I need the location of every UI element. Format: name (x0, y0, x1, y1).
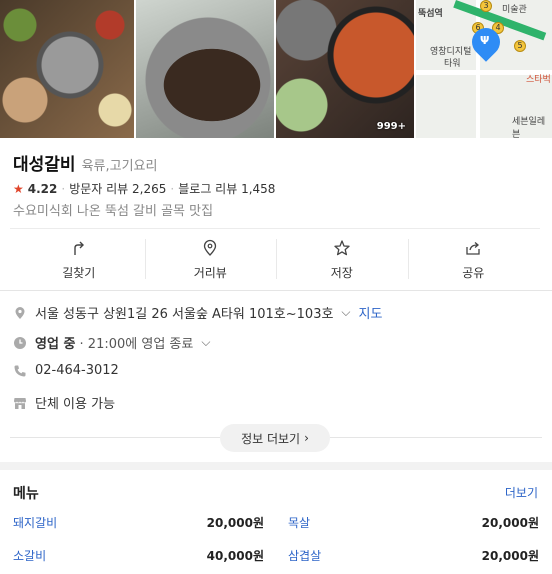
directions-icon (74, 241, 84, 255)
map-label: 세븐일레븐 (512, 117, 546, 138)
rating-score: 4.22 (27, 181, 58, 196)
street-view-label: 거리뷰 (193, 266, 227, 280)
phone-icon (14, 365, 26, 376)
store-icon (14, 397, 26, 409)
visitor-review-label: 방문자 리뷰 (69, 182, 129, 196)
menu-item[interactable]: 삼겹살 20,000원 (288, 547, 539, 564)
menu-item-name: 삼겹살 (288, 549, 322, 563)
map-label: 스타벅 (526, 75, 551, 85)
menu-item-name: 돼지갈비 (13, 516, 58, 530)
place-header: 대성갈비 육류,고기요리 (13, 150, 157, 175)
menu-item-price: 20,000원 (206, 516, 264, 530)
photo-strip: 999+ 뚝섬역 미술관 영창디지털 타워 스타벅 세븐일레븐 3 6 4 5 … (0, 0, 552, 138)
menu-section-title: 메뉴 (13, 486, 39, 502)
address-row: 서울 성동구 상원1길 26 서울숲 A타워 101호~103호 ⌵ 지도 (13, 303, 382, 322)
chevron-down-icon[interactable]: ⌵ (341, 305, 350, 320)
location-pin-icon (204, 239, 217, 256)
street-view-button[interactable]: 거리뷰 (144, 239, 277, 281)
more-info-label: 정보 더보기 (241, 431, 301, 446)
more-info-button[interactable]: 정보 더보기 › (220, 424, 330, 452)
closing-time: · 21:00에 영업 종료 (79, 337, 194, 352)
rating-row: ★ 4.22 · 방문자 리뷰 2,265 · 블로그 리뷰 1,458 (13, 180, 275, 197)
visitor-review-count: 2,265 (132, 182, 167, 196)
blog-review-count: 1,458 (241, 182, 276, 196)
visitor-review-link[interactable]: 방문자 리뷰 2,265 (69, 180, 166, 197)
map-route-marker: 3 (480, 0, 492, 12)
star-icon (334, 240, 350, 256)
group-availability: 단체 이용 가능 (35, 397, 116, 412)
separator-dot: · (170, 181, 175, 196)
facility-row: 단체 이용 가능 (13, 393, 115, 412)
menu-item-name: 목살 (288, 516, 311, 530)
save-button[interactable]: 저장 (276, 239, 408, 281)
share-label: 공유 (462, 266, 485, 280)
divider (10, 437, 220, 438)
menu-more-link[interactable]: 더보기 (505, 484, 538, 501)
food-photo-stew[interactable]: 999+ (276, 0, 414, 138)
divider (330, 437, 542, 438)
map-link[interactable]: 지도 (359, 303, 383, 322)
blog-review-link[interactable]: 블로그 리뷰 1,458 (178, 180, 275, 197)
divider (10, 228, 540, 229)
restaurant-icon: Ψ (480, 34, 490, 47)
menu-item-price: 20,000원 (481, 549, 539, 563)
photo-count-badge: 999+ (376, 121, 406, 132)
food-photo-grill[interactable] (0, 0, 134, 138)
action-bar: 길찾기 거리뷰 저장 공유 (13, 239, 539, 281)
map-label: 타워 (444, 59, 461, 69)
share-icon (466, 242, 480, 255)
map-route-marker: 5 (514, 40, 526, 52)
phone-row[interactable]: 02-464-3012 (13, 363, 119, 378)
chevron-down-icon[interactable]: ⌵ (201, 335, 210, 350)
open-status: 영업 중 (35, 337, 76, 352)
map-label: 미술관 (502, 5, 527, 15)
mini-map[interactable]: 뚝섬역 미술관 영창디지털 타워 스타벅 세븐일레븐 3 6 4 5 Ψ (416, 0, 552, 138)
menu-item-price: 40,000원 (206, 549, 264, 563)
menu-item[interactable]: 목살 20,000원 (288, 514, 539, 531)
divider (0, 290, 552, 291)
hours-row[interactable]: 영업 중 · 21:00에 영업 종료 ⌵ (13, 333, 210, 352)
clock-icon (14, 336, 26, 349)
menu-item-price: 20,000원 (481, 516, 539, 530)
star-icon: ★ (13, 181, 24, 196)
food-photo-galbi-soup[interactable] (136, 0, 274, 138)
directions-button[interactable]: 길찾기 (13, 239, 145, 281)
separator-dot: · (61, 181, 66, 196)
map-road (476, 0, 480, 138)
menu-list: 돼지갈비 20,000원 목살 20,000원 소갈비 40,000원 삼겹살 … (13, 514, 539, 564)
map-label: 뚝섬역 (418, 9, 443, 19)
place-name: 대성갈비 (13, 155, 76, 175)
place-description: 수요미식회 나온 뚝섬 갈비 골목 맛집 (13, 204, 214, 219)
save-label: 저장 (330, 266, 353, 280)
place-category: 육류,고기요리 (81, 159, 158, 174)
phone-number[interactable]: 02-464-3012 (35, 363, 119, 378)
location-pin-icon (15, 306, 25, 319)
directions-label: 길찾기 (62, 266, 96, 280)
menu-item[interactable]: 소갈비 40,000원 (13, 547, 264, 564)
share-button[interactable]: 공유 (407, 239, 540, 281)
map-subway-line (453, 0, 547, 41)
chevron-right-icon: › (304, 431, 309, 445)
section-separator (0, 462, 552, 470)
address-text: 서울 성동구 상원1길 26 서울숲 A타워 101호~103호 (35, 307, 334, 322)
menu-item-name: 소갈비 (13, 549, 47, 563)
blog-review-label: 블로그 리뷰 (178, 182, 238, 196)
menu-item[interactable]: 돼지갈비 20,000원 (13, 514, 264, 531)
